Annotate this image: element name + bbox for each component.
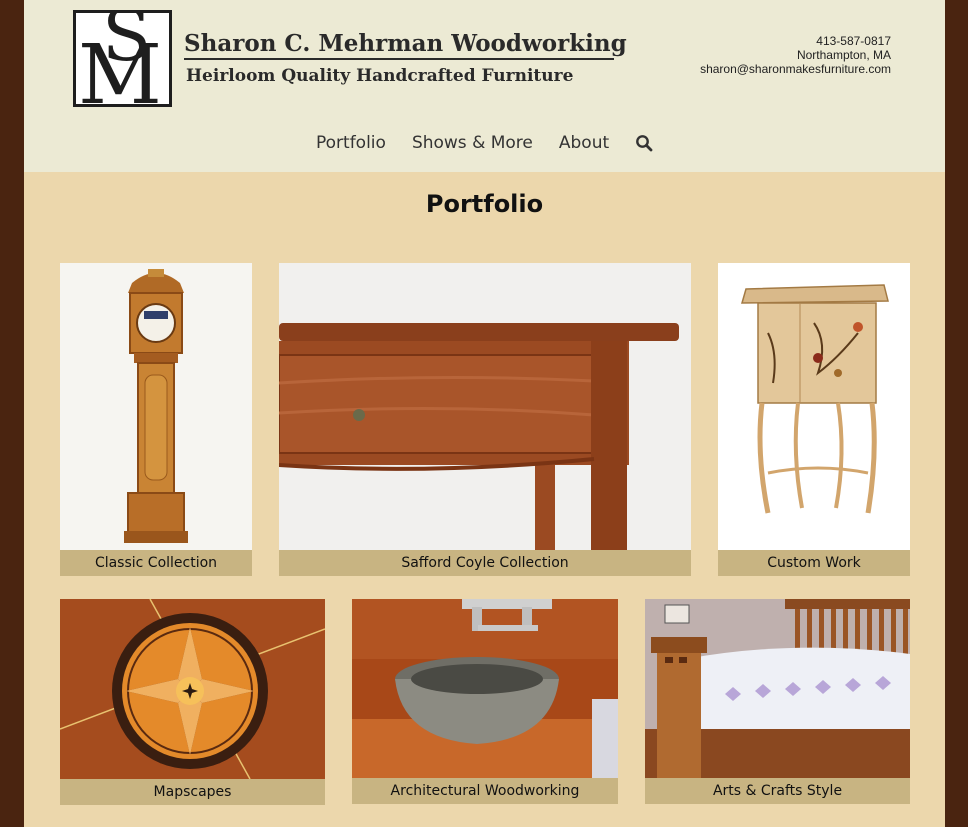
main-nav: Portfolio Shows & More About bbox=[316, 133, 653, 153]
tile-image-vessel-sink bbox=[352, 599, 618, 778]
logo-letter-m: M bbox=[78, 28, 162, 107]
page-container: S M Sharon C. Mehrman Woodworking Heirlo… bbox=[24, 0, 945, 827]
tile-image-compass-rose bbox=[60, 599, 325, 779]
portfolio-tile-safford-coyle[interactable]: Safford Coyle Collection bbox=[279, 263, 691, 576]
contact-info: 413-587-0817 Northampton, MA sharon@shar… bbox=[700, 34, 891, 76]
portfolio-tile-architectural[interactable]: Architectural Woodworking bbox=[352, 599, 618, 804]
tile-caption[interactable]: Arts & Crafts Style bbox=[645, 778, 910, 804]
page-title: Portfolio bbox=[425, 190, 544, 218]
tile-image-side-table bbox=[279, 263, 691, 550]
nav-item-portfolio[interactable]: Portfolio bbox=[316, 133, 386, 153]
portfolio-tile-custom-work[interactable]: Custom Work bbox=[718, 263, 910, 576]
brand-tagline: Heirloom Quality Handcrafted Furniture bbox=[186, 66, 574, 86]
contact-email[interactable]: sharon@sharonmakesfurniture.com bbox=[700, 62, 891, 76]
tile-image-clock bbox=[60, 263, 252, 550]
contact-location: Northampton, MA bbox=[796, 48, 891, 62]
search-icon[interactable] bbox=[635, 134, 653, 152]
contact-phone[interactable]: 413-587-0817 bbox=[700, 34, 891, 48]
site-header: S M Sharon C. Mehrman Woodworking Heirlo… bbox=[24, 0, 945, 172]
nav-item-about[interactable]: About bbox=[559, 133, 609, 153]
portfolio-tile-classic[interactable]: Classic Collection bbox=[60, 263, 252, 576]
brand-name[interactable]: Sharon C. Mehrman Woodworking bbox=[184, 30, 627, 57]
logo-mark[interactable]: S M bbox=[73, 10, 172, 107]
tile-caption[interactable]: Architectural Woodworking bbox=[352, 778, 618, 804]
tile-caption[interactable]: Safford Coyle Collection bbox=[279, 550, 691, 576]
tile-caption[interactable]: Custom Work bbox=[718, 550, 910, 576]
portfolio-tile-arts-crafts[interactable]: Arts & Crafts Style bbox=[645, 599, 910, 804]
brand-divider bbox=[184, 58, 614, 60]
tile-caption[interactable]: Classic Collection bbox=[60, 550, 252, 576]
tile-caption[interactable]: Mapscapes bbox=[60, 779, 325, 805]
portfolio-tile-mapscapes[interactable]: Mapscapes bbox=[60, 599, 325, 805]
tile-image-inlaid-cabinet bbox=[718, 263, 910, 550]
nav-item-shows-more[interactable]: Shows & More bbox=[412, 133, 533, 153]
tile-image-bed bbox=[645, 599, 910, 778]
